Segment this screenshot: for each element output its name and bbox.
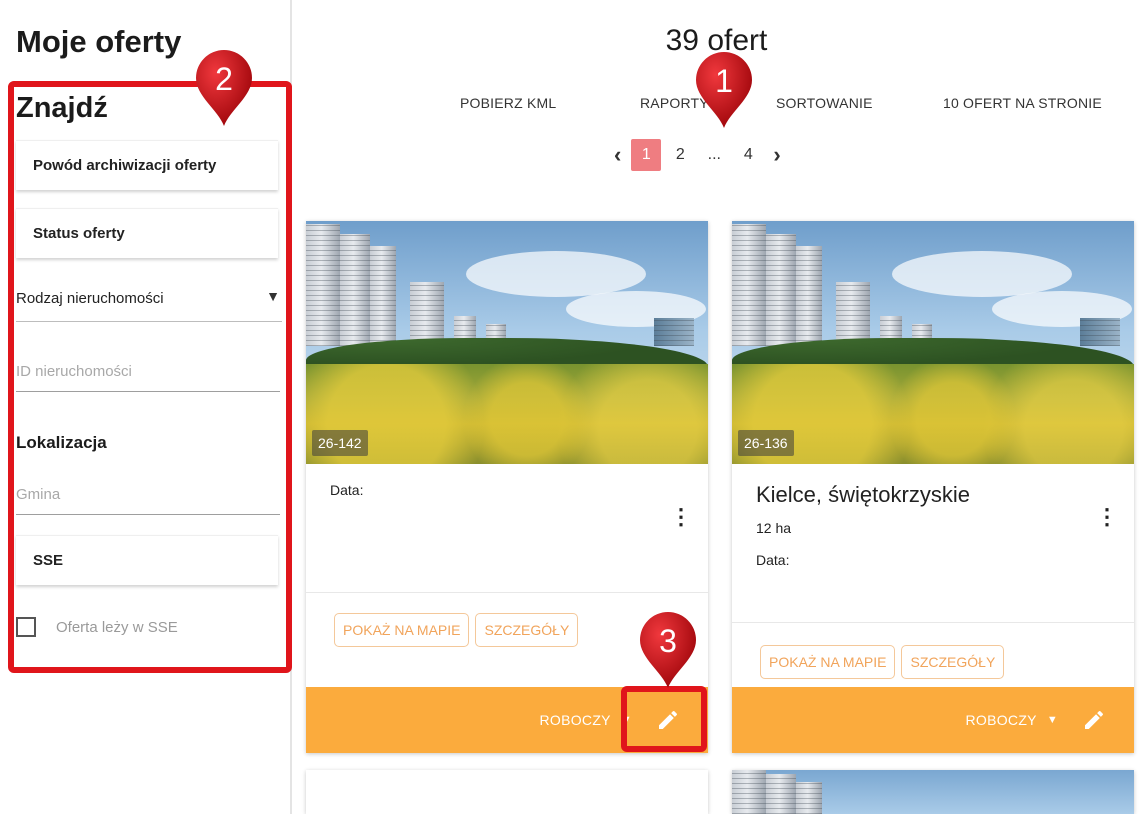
offer-date: Data: bbox=[756, 552, 790, 568]
callout-marker-2: 2 bbox=[192, 50, 256, 128]
find-heading: Znajdź bbox=[16, 92, 108, 124]
offer-card-footer: ROBOCZY ▼ bbox=[732, 687, 1134, 753]
page: Moje oferty Znajdź Powód archiwizacji of… bbox=[0, 0, 1143, 814]
offer-status-dropdown[interactable]: Status oferty bbox=[16, 208, 278, 258]
offer-id-badge: 26-136 bbox=[738, 430, 794, 456]
chevron-left-icon[interactable]: ‹ bbox=[606, 144, 629, 166]
offer-card-partial bbox=[306, 770, 708, 814]
sorting-button[interactable]: SORTOWANIE bbox=[776, 95, 873, 111]
status-label: ROBOCZY bbox=[539, 712, 611, 728]
show-on-map-button[interactable]: POKAŻ NA MAPIE bbox=[760, 645, 896, 679]
sse-dropdown[interactable]: SSE bbox=[16, 535, 278, 585]
callout-number: 1 bbox=[715, 63, 733, 99]
sse-checkbox-label: Oferta leży w SSE bbox=[56, 618, 178, 636]
archive-reason-dropdown[interactable]: Powód archiwizacji oferty bbox=[16, 140, 278, 190]
property-type-label: Rodzaj nieruchomości bbox=[16, 290, 164, 307]
download-kml-button[interactable]: POBIERZ KML bbox=[460, 95, 556, 111]
property-id-input[interactable] bbox=[16, 352, 280, 392]
status-dropdown[interactable]: ROBOCZY ▼ bbox=[539, 712, 632, 728]
per-page-button[interactable]: 10 OFERT NA STRONIE bbox=[943, 95, 1102, 111]
page-2[interactable]: 2 bbox=[665, 139, 695, 171]
offer-photo[interactable]: 26-142 bbox=[306, 221, 708, 464]
commune-input[interactable] bbox=[16, 475, 280, 515]
sse-label: SSE bbox=[33, 552, 64, 569]
offer-id-badge: 26-142 bbox=[312, 430, 368, 456]
page-4[interactable]: 4 bbox=[733, 139, 763, 171]
details-button[interactable]: SZCZEGÓŁY bbox=[475, 613, 579, 647]
offer-card-body: Data: ⋮ bbox=[306, 482, 708, 592]
offer-card-actions: POKAŻ NA MAPIE SZCZEGÓŁY bbox=[732, 622, 1134, 679]
sse-checkbox-row[interactable]: Oferta leży w SSE bbox=[16, 617, 178, 637]
kebab-menu-icon[interactable]: ⋮ bbox=[1096, 506, 1118, 528]
offer-title: Kielce, świętokrzyskie bbox=[756, 482, 970, 507]
caret-down-icon: ▼ bbox=[1046, 714, 1058, 726]
page-1[interactable]: 1 bbox=[631, 139, 662, 171]
kebab-menu-icon[interactable]: ⋮ bbox=[670, 506, 692, 528]
pencil-icon[interactable] bbox=[656, 708, 680, 732]
details-button[interactable]: SZCZEGÓŁY bbox=[901, 645, 1005, 679]
callout-number: 2 bbox=[215, 61, 233, 97]
offer-card-body: Kielce, świętokrzyskie 12 ha Data: ⋮ bbox=[732, 482, 1134, 622]
offer-card-partial bbox=[732, 770, 1134, 814]
offer-card-footer: ROBOCZY ▼ bbox=[306, 687, 708, 753]
property-type-select[interactable]: Rodzaj nieruchomości ▼ bbox=[16, 276, 282, 322]
pagination: ‹ 1 2 ... 4 › bbox=[606, 138, 789, 172]
callout-marker-1: 1 bbox=[692, 52, 756, 130]
status-dropdown[interactable]: ROBOCZY ▼ bbox=[965, 712, 1058, 728]
pencil-icon[interactable] bbox=[1082, 708, 1106, 732]
show-on-map-button[interactable]: POKAŻ NA MAPIE bbox=[334, 613, 470, 647]
dropdown-arrow-icon: ▼ bbox=[266, 288, 280, 304]
status-label: ROBOCZY bbox=[965, 712, 1037, 728]
page-title: Moje oferty bbox=[16, 24, 182, 59]
archive-reason-label: Powód archiwizacji oferty bbox=[33, 157, 217, 174]
offer-area: 12 ha bbox=[756, 520, 792, 536]
page-ellipsis: ... bbox=[707, 146, 721, 163]
offer-status-label: Status oferty bbox=[33, 225, 125, 242]
sse-checkbox[interactable] bbox=[16, 617, 36, 637]
callout-marker-3: 3 bbox=[636, 612, 700, 690]
offer-photo[interactable] bbox=[732, 770, 1134, 814]
offer-date: Data: bbox=[330, 482, 364, 498]
caret-down-icon: ▼ bbox=[620, 714, 632, 726]
chevron-right-icon[interactable]: › bbox=[765, 144, 788, 166]
offer-card: 26-136 Kielce, świętokrzyskie 12 ha Data… bbox=[732, 221, 1134, 753]
callout-number: 3 bbox=[659, 623, 677, 659]
offer-photo[interactable]: 26-136 bbox=[732, 221, 1134, 464]
location-heading: Lokalizacja bbox=[16, 433, 107, 452]
